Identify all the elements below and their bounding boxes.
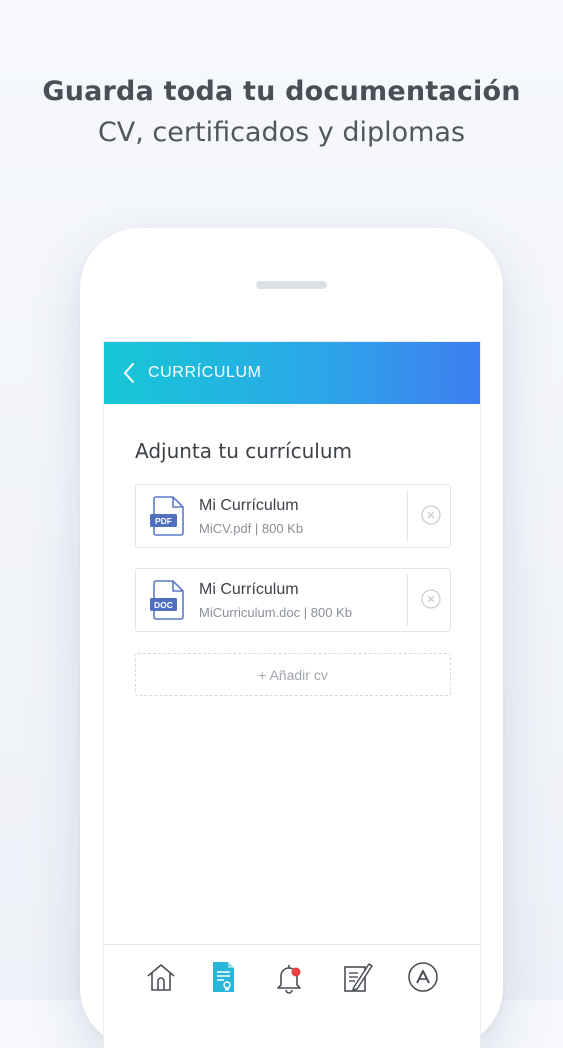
edit-note-icon[interactable] [340, 960, 374, 994]
notification-dot [291, 967, 301, 977]
section-title: Adjunta tu currículum [135, 439, 352, 463]
remove-file-button[interactable] [421, 505, 441, 525]
doc-badge-label: DOC [154, 600, 173, 610]
promo-subtitle: CV, certificados y diplomas [97, 117, 466, 148]
app-screen: CURRÍCULUM Adjunta tu currículum PDF Mi … [104, 342, 480, 1048]
add-cv-button[interactable]: + Añadir cv [135, 653, 451, 696]
app-header: CURRÍCULUM [104, 342, 480, 404]
card-divider [407, 574, 408, 626]
back-arrow-icon[interactable] [122, 361, 146, 385]
document-icon[interactable] [206, 960, 240, 994]
close-circle-icon [421, 505, 441, 525]
phone-frame: CURRÍCULUM Adjunta tu currículum PDF Mi … [80, 228, 503, 1048]
file-card[interactable]: DOC Mi Currículum MiCurriculum.doc | 800… [135, 568, 451, 632]
phone-speaker [256, 281, 327, 289]
promo-title: Guarda toda tu documentación [42, 76, 521, 107]
bottom-nav [104, 944, 480, 1048]
card-divider [407, 490, 408, 542]
file-meta: MiCurriculum.doc | 800 Kb [199, 605, 352, 620]
home-icon[interactable] [144, 960, 178, 994]
close-circle-icon [421, 589, 441, 609]
file-meta: MiCV.pdf | 800 Kb [199, 521, 304, 536]
pdf-badge-label: PDF [155, 516, 172, 526]
file-name: Mi Currículum [199, 497, 299, 514]
pdf-file-icon: PDF [150, 496, 186, 536]
file-card[interactable]: PDF Mi Currículum MiCV.pdf | 800 Kb [135, 484, 451, 548]
file-name: Mi Currículum [199, 581, 299, 598]
doc-file-icon: DOC [150, 580, 186, 620]
promo-headline: Guarda toda tu documentación CV, certifi… [0, 72, 563, 154]
bell-icon[interactable] [272, 960, 306, 994]
profile-logo-icon[interactable] [406, 960, 440, 994]
header-title: CURRÍCULUM [148, 364, 262, 381]
remove-file-button[interactable] [421, 589, 441, 609]
